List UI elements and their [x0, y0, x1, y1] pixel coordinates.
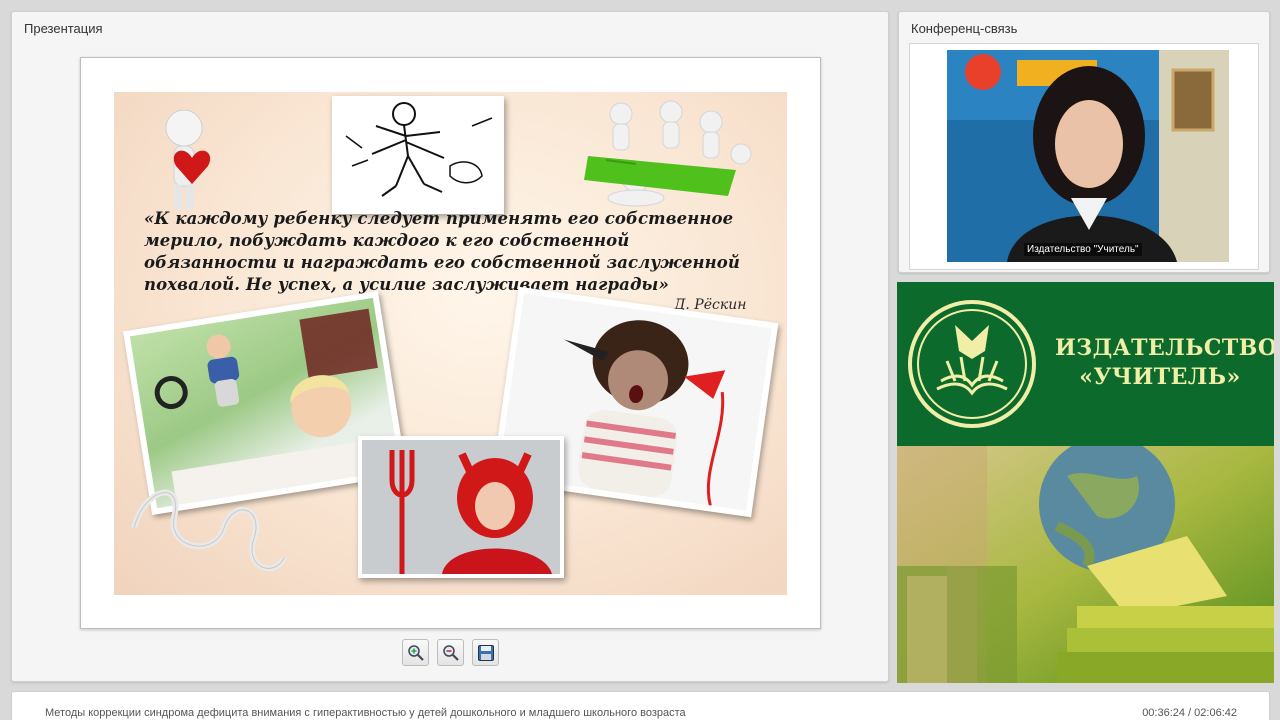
- publisher-banner: ИЗДАТЕЛЬСТВО «УЧИТЕЛЬ»: [897, 282, 1274, 446]
- playback-time: 00:36:24 / 02:06:42: [1142, 707, 1237, 719]
- publisher-name-line2: «УЧИТЕЛЬ»: [1079, 364, 1241, 390]
- video-caption: Издательство "Учитель": [1024, 243, 1142, 256]
- save-button[interactable]: [472, 639, 499, 666]
- video-container: Издательство "Учитель": [909, 43, 1259, 270]
- zoom-in-button[interactable]: [402, 639, 429, 666]
- conference-title: Конференц-связь: [911, 21, 1018, 36]
- floppy-disk-icon: [477, 644, 494, 661]
- zoom-in-icon: [407, 644, 424, 661]
- books-globe-image: [897, 446, 1274, 683]
- slide-toolbar: [402, 639, 499, 666]
- figure-heart-image: [165, 109, 211, 210]
- conference-panel: Конференц-связь Издательство "Учитель": [898, 11, 1270, 273]
- slide: «К каждому ребенку следует применять его…: [114, 92, 787, 595]
- zoom-out-button[interactable]: [437, 639, 464, 666]
- slide-quote: «К каждому ребенку следует применять его…: [144, 209, 741, 294]
- photo-devil-costume: [358, 436, 564, 578]
- publisher-name-line1: ИЗДАТЕЛЬСТВО: [1055, 335, 1274, 361]
- publisher-logo-icon: [908, 300, 1036, 428]
- zoom-out-icon: [442, 644, 459, 661]
- publisher-name: ИЗДАТЕЛЬСТВО «УЧИТЕЛЬ»: [1055, 334, 1274, 392]
- lecture-title: Методы коррекции синдрома дефицита внима…: [45, 707, 686, 719]
- presentation-title: Презентация: [24, 21, 103, 36]
- slide-viewer[interactable]: «К каждому ребенку следует применять его…: [80, 57, 821, 629]
- figures-puzzle-image: [584, 100, 752, 207]
- photo-cartoon: [332, 96, 504, 214]
- presentation-panel: Презентация «К каждому ребенку следует п…: [11, 11, 889, 682]
- video-feed[interactable]: Издательство "Учитель": [947, 50, 1229, 262]
- ribbon-decoration: [131, 489, 287, 572]
- bottom-bar: Методы коррекции синдрома дефицита внима…: [11, 691, 1270, 720]
